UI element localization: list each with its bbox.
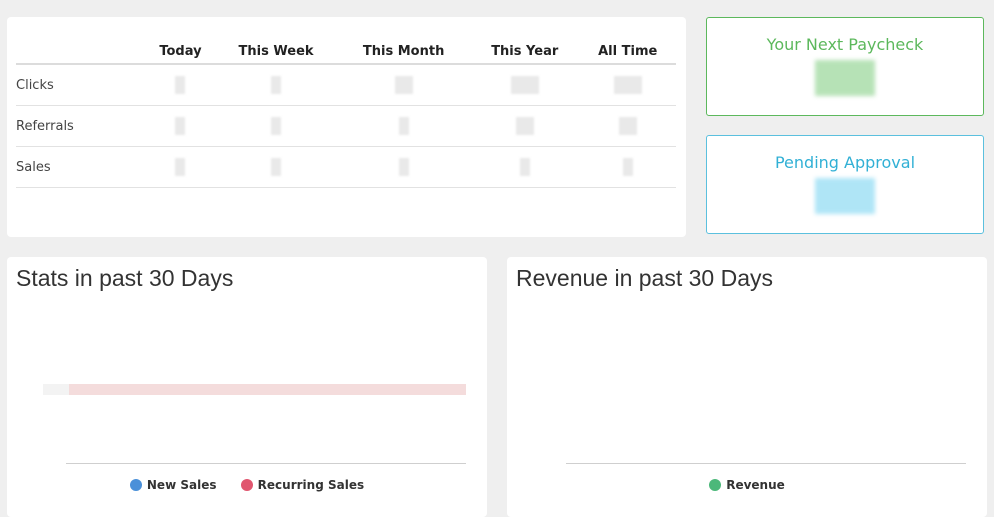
pending-approval-card: Pending Approval (706, 135, 984, 234)
clicks-alltime-value (579, 64, 676, 106)
stats-table-corner (16, 39, 146, 65)
stats-summary-card: Today This Week This Month This Year All… (7, 17, 686, 237)
clicks-week-value (214, 64, 338, 106)
sales-year-value (470, 146, 580, 188)
row-label-referrals: Referrals (16, 105, 146, 147)
pending-approval-amount-redacted (815, 178, 875, 214)
referrals-alltime-value (579, 105, 676, 147)
stats-table: Today This Week This Month This Year All… (16, 39, 676, 188)
row-label-sales: Sales (16, 146, 146, 188)
legend-label-new-sales: New Sales (146, 478, 217, 492)
sales-week-value (214, 146, 338, 188)
stats-chart-legend: New Sales Recurring Sales (7, 478, 487, 492)
sales-month-value (337, 146, 471, 188)
column-header-this-month: This Month (337, 39, 471, 65)
table-row: Sales (16, 146, 676, 188)
row-label-clicks: Clicks (16, 64, 146, 106)
revenue-chart-legend: Revenue (507, 478, 987, 492)
recurring-sales-dot-icon (240, 479, 253, 491)
column-header-today: Today (146, 39, 215, 65)
sales-today-value (146, 146, 215, 188)
column-header-this-week: This Week (214, 39, 338, 65)
clicks-month-value (337, 64, 471, 106)
stats-30-days-card: Stats in past 30 Days New Sales Recurrin… (7, 257, 487, 517)
revenue-dot-icon (709, 479, 722, 491)
legend-item-revenue[interactable]: Revenue (709, 478, 785, 492)
next-paycheck-title: Your Next Paycheck (766, 35, 924, 54)
legend-item-recurring-sales[interactable]: Recurring Sales (240, 478, 365, 492)
recurring-sales-area (43, 384, 466, 395)
column-header-this-year: This Year (470, 39, 580, 65)
clicks-year-value (470, 64, 580, 106)
sales-alltime-value (579, 146, 676, 188)
pending-approval-title: Pending Approval (774, 153, 916, 172)
new-sales-area (43, 384, 69, 395)
table-row: Clicks (16, 64, 676, 106)
clicks-today-value (146, 64, 215, 106)
legend-label-revenue: Revenue (726, 478, 785, 492)
next-paycheck-card: Your Next Paycheck (706, 17, 984, 116)
table-row: Referrals (16, 105, 676, 147)
referrals-year-value (470, 105, 580, 147)
column-header-all-time: All Time (579, 39, 676, 65)
stats-table-header-row: Today This Week This Month This Year All… (16, 39, 676, 65)
legend-label-recurring-sales: Recurring Sales (257, 478, 365, 492)
referrals-week-value (214, 105, 338, 147)
legend-item-new-sales[interactable]: New Sales (129, 478, 217, 492)
revenue-30-days-card: Revenue in past 30 Days Revenue (507, 257, 987, 517)
referrals-month-value (337, 105, 471, 147)
referrals-today-value (146, 105, 215, 147)
new-sales-dot-icon (129, 479, 142, 491)
next-paycheck-amount-redacted (815, 60, 875, 96)
